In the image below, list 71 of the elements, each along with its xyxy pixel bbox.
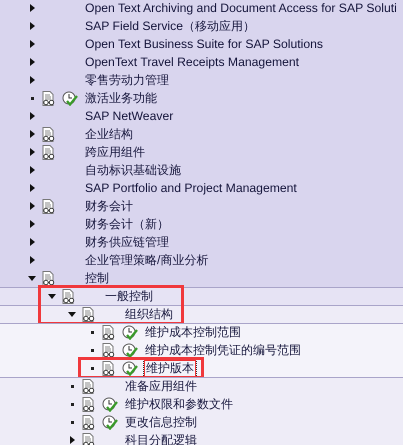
expand-arrow-icon[interactable] (30, 112, 34, 120)
tree-node-label[interactable]: Open Text Business Suite for SAP Solutions (84, 36, 324, 52)
clock-check-icon[interactable] (122, 360, 138, 376)
document-glasses-icon[interactable] (82, 307, 96, 322)
document-glasses-icon[interactable] (82, 379, 96, 394)
expand-arrow-icon[interactable] (30, 256, 34, 264)
tree-node-label[interactable]: 激活业务功能 (84, 90, 158, 106)
expand-arrow-icon[interactable] (30, 58, 34, 66)
tree-node-label[interactable]: 维护成本控制凭证的编号范围 (144, 342, 302, 358)
clock-check-icon[interactable] (62, 90, 78, 106)
document-glasses-icon[interactable] (82, 414, 96, 430)
expand-arrow-icon[interactable] (30, 238, 34, 246)
tree-node-label[interactable]: 财务会计（新） (84, 216, 170, 232)
tree-row[interactable]: 维护成本控制范围 (0, 323, 403, 341)
tree-node-label[interactable]: 企业管理策略/商业分析 (84, 252, 210, 268)
tree-node-label[interactable]: 企业结构 (84, 126, 134, 142)
tree-node-label[interactable]: 科目分配逻辑 (124, 432, 198, 445)
clock-check-icon[interactable] (102, 414, 118, 430)
tree-row[interactable]: 准备应用组件 (0, 377, 403, 395)
tree-node-label[interactable]: 控制 (84, 270, 110, 286)
document-glasses-icon[interactable] (42, 144, 56, 160)
tree-row[interactable]: 维护权限和参数文件 (0, 395, 403, 413)
tree-row[interactable]: 更改信息控制 (0, 413, 403, 431)
tree-node-label[interactable]: 准备应用组件 (124, 379, 198, 394)
tree-node-label[interactable]: 零售劳动力管理 (84, 72, 170, 88)
document-glasses-icon[interactable] (102, 342, 116, 358)
tree-node-label[interactable]: OpenText Travel Receipts Management (84, 54, 300, 70)
collapse-arrow-icon[interactable] (48, 294, 56, 299)
collapse-arrow-icon[interactable] (68, 312, 76, 317)
document-glasses-icon[interactable] (42, 90, 56, 106)
tree-row[interactable]: 一般控制 (0, 287, 403, 305)
document-glasses-icon[interactable] (42, 270, 56, 286)
document-glasses-icon[interactable] (102, 360, 116, 376)
document-glasses-icon[interactable] (42, 126, 56, 142)
tree-node-label[interactable]: 财务会计 (84, 198, 134, 214)
expand-arrow-icon[interactable] (30, 130, 34, 138)
tree-node-label[interactable]: SAP Field Service（移动应用） (84, 18, 256, 34)
document-glasses-icon[interactable] (82, 396, 96, 412)
tree-node-label[interactable]: 更改信息控制 (124, 414, 198, 430)
expand-arrow-icon[interactable] (30, 202, 34, 210)
document-glasses-icon[interactable] (82, 432, 96, 445)
tree-row[interactable]: 科目分配逻辑 (0, 431, 403, 445)
tree-node-label[interactable]: Open Text Archiving and Document Access for SAP Soluti (84, 0, 398, 16)
tree-node-label[interactable]: 组织结构 (124, 307, 174, 322)
tree-row[interactable]: 组织结构 (0, 305, 403, 323)
tree-node-label[interactable]: SAP NetWeaver (84, 108, 174, 124)
expand-arrow-icon[interactable] (30, 166, 34, 174)
collapse-arrow-icon[interactable] (28, 276, 36, 280)
clock-check-icon[interactable] (122, 342, 138, 358)
tree-node-label[interactable]: 自动标识基础设施 (84, 162, 182, 178)
expand-arrow-icon[interactable] (30, 184, 34, 192)
clock-check-icon[interactable] (122, 325, 138, 340)
document-glasses-icon[interactable] (62, 289, 76, 304)
expand-arrow-icon[interactable] (30, 148, 34, 156)
expand-arrow-icon[interactable] (30, 220, 34, 228)
document-glasses-icon[interactable] (42, 198, 56, 214)
expand-arrow-icon[interactable] (30, 76, 34, 84)
tree-node-label[interactable]: 维护权限和参数文件 (124, 396, 234, 412)
tree-node-label[interactable]: 财务供应链管理 (84, 234, 170, 250)
tree-node-label[interactable]: 维护成本控制范围 (144, 325, 242, 340)
tree-node-label[interactable]: SAP Portfolio and Project Management (84, 180, 298, 196)
clock-check-icon[interactable] (102, 396, 118, 412)
tree-node-label[interactable]: 跨应用组件 (84, 144, 146, 160)
tree-row[interactable]: 维护成本控制凭证的编号范围 (0, 341, 403, 359)
expand-arrow-icon[interactable] (70, 436, 74, 444)
expand-arrow-icon[interactable] (30, 40, 34, 48)
document-glasses-icon[interactable] (102, 325, 116, 340)
tree-node-label[interactable]: 一般控制 (104, 289, 154, 304)
expand-arrow-icon[interactable] (30, 4, 34, 12)
tree-row[interactable]: 维护版本 (0, 359, 403, 377)
expand-arrow-icon[interactable] (30, 22, 34, 30)
